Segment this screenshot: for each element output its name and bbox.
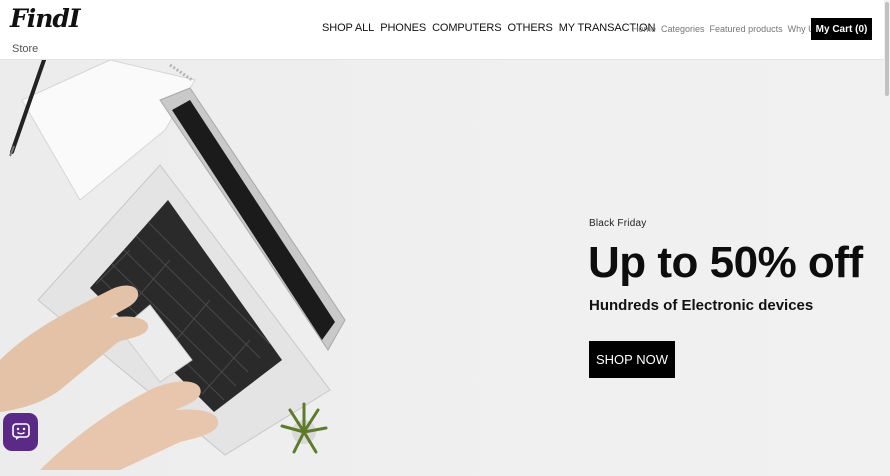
nav-home[interactable]: Home xyxy=(632,24,656,34)
nav-computers[interactable]: COMPUTERS xyxy=(432,22,501,34)
brand-logo[interactable]: FindI xyxy=(10,4,81,33)
scrollbar-thumb[interactable] xyxy=(885,2,889,96)
page-scrollbar[interactable] xyxy=(884,0,890,476)
chat-button[interactable] xyxy=(3,413,38,451)
brand-subtitle: Store xyxy=(12,43,39,55)
nav-categories[interactable]: Categories xyxy=(661,24,705,34)
nav-others[interactable]: OTHERS xyxy=(507,22,552,34)
nav-featured-products[interactable]: Featured products xyxy=(710,24,783,34)
main-nav: SHOP ALL PHONES COMPUTERS OTHERS MY TRAN… xyxy=(322,22,655,34)
secondary-nav: Home Categories Featured products Why Us xyxy=(632,24,819,34)
hero-eyebrow: Black Friday xyxy=(589,218,647,229)
hero-headline: Up to 50% off xyxy=(588,238,863,287)
hero-image xyxy=(0,60,346,470)
shop-now-button[interactable]: SHOP NOW xyxy=(589,341,675,378)
site-header: FindI Store SHOP ALL PHONES COMPUTERS OT… xyxy=(0,0,884,60)
nav-phones[interactable]: PHONES xyxy=(380,22,426,34)
cart-button[interactable]: My Cart (0) xyxy=(811,18,872,40)
hero-subline: Hundreds of Electronic devices xyxy=(589,297,814,314)
chat-bubble-icon xyxy=(11,423,30,440)
nav-shop-all[interactable]: SHOP ALL xyxy=(322,22,374,34)
hero-banner: Black Friday Up to 50% off Hundreds of E… xyxy=(0,60,884,476)
